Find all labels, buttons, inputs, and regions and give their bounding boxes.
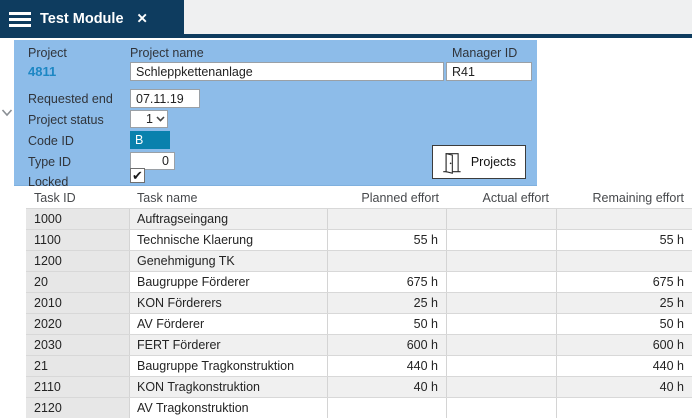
task-table: Task ID Task name Planned effort Actual …: [26, 188, 692, 418]
table-row[interactable]: 2110KON Tragkonstruktion40 h40 h: [26, 376, 692, 397]
type-id-label: Type ID: [28, 155, 71, 169]
checkmark-icon: ✔: [132, 169, 143, 182]
column-header-task-name[interactable]: Task name: [130, 188, 328, 208]
task-id-cell[interactable]: 2120: [26, 398, 130, 418]
task-id-cell[interactable]: 2110: [26, 377, 130, 397]
planned-effort-cell[interactable]: [328, 251, 447, 271]
hamburger-menu-icon[interactable]: [9, 12, 31, 27]
table-row[interactable]: 2030FERT Förderer600 h600 h: [26, 334, 692, 355]
planned-effort-cell[interactable]: [328, 398, 447, 418]
task-name-cell[interactable]: Genehmigung TK: [130, 251, 328, 271]
task-id-cell[interactable]: 2010: [26, 293, 130, 313]
task-name-cell[interactable]: AV Förderer: [130, 314, 328, 334]
table-row[interactable]: 1200Genehmigung TK: [26, 250, 692, 271]
task-id-cell[interactable]: 1200: [26, 251, 130, 271]
projects-button[interactable]: Projects: [432, 145, 526, 179]
locked-checkbox[interactable]: ✔: [130, 168, 145, 183]
task-id-cell[interactable]: 1100: [26, 230, 130, 250]
remaining-effort-cell[interactable]: 675 h: [557, 272, 692, 292]
planned-effort-cell[interactable]: 55 h: [328, 230, 447, 250]
remaining-effort-cell[interactable]: 55 h: [557, 230, 692, 250]
actual-effort-cell[interactable]: [447, 272, 557, 292]
actual-effort-cell[interactable]: [447, 293, 557, 313]
task-name-cell[interactable]: Technische Klaerung: [130, 230, 328, 250]
requested-end-label: Requested end: [28, 92, 113, 106]
remaining-effort-cell[interactable]: 440 h: [557, 356, 692, 376]
table-row[interactable]: 2120AV Tragkonstruktion: [26, 397, 692, 418]
app-window: Test Module ✕ Project Project name Manag…: [0, 0, 692, 418]
projects-button-label: Projects: [471, 155, 516, 169]
locked-label: Locked: [28, 175, 68, 189]
tab-title: Test Module: [40, 11, 124, 27]
open-door-icon: [442, 149, 462, 176]
planned-effort-cell[interactable]: 440 h: [328, 356, 447, 376]
task-id-cell[interactable]: 2030: [26, 335, 130, 355]
table-row[interactable]: 1100Technische Klaerung55 h55 h: [26, 229, 692, 250]
table-row[interactable]: 1000Auftragseingang: [26, 208, 692, 229]
project-status-dropdown[interactable]: 1: [130, 110, 168, 128]
remaining-effort-cell[interactable]: [557, 209, 692, 229]
actual-effort-cell[interactable]: [447, 251, 557, 271]
project-label: Project: [28, 46, 67, 60]
requested-end-input[interactable]: [130, 89, 200, 108]
planned-effort-cell[interactable]: 25 h: [328, 293, 447, 313]
project-name-label: Project name: [130, 46, 204, 60]
actual-effort-cell[interactable]: [447, 209, 557, 229]
planned-effort-cell[interactable]: [328, 209, 447, 229]
code-id-field[interactable]: B: [130, 131, 170, 149]
planned-effort-cell[interactable]: 50 h: [328, 314, 447, 334]
collapse-section-chevron-icon[interactable]: [1, 105, 13, 115]
remaining-effort-cell[interactable]: 25 h: [557, 293, 692, 313]
column-header-task-id[interactable]: Task ID: [26, 188, 130, 208]
task-name-cell[interactable]: Auftragseingang: [130, 209, 328, 229]
task-id-cell[interactable]: 1000: [26, 209, 130, 229]
column-header-planned-effort[interactable]: Planned effort: [328, 188, 447, 208]
column-header-remaining-effort[interactable]: Remaining effort: [557, 188, 692, 208]
project-name-input[interactable]: [130, 62, 444, 81]
task-name-cell[interactable]: FERT Förderer: [130, 335, 328, 355]
tab-test-module[interactable]: Test Module ✕: [0, 0, 184, 38]
project-id-link[interactable]: 4811: [28, 64, 56, 79]
manager-id-label: Manager ID: [452, 46, 517, 60]
actual-effort-cell[interactable]: [447, 230, 557, 250]
task-id-cell[interactable]: 21: [26, 356, 130, 376]
remaining-effort-cell[interactable]: 50 h: [557, 314, 692, 334]
remaining-effort-cell[interactable]: 40 h: [557, 377, 692, 397]
remaining-effort-cell[interactable]: [557, 251, 692, 271]
table-row[interactable]: 2010KON Förderers25 h25 h: [26, 292, 692, 313]
task-name-cell[interactable]: KON Förderers: [130, 293, 328, 313]
table-row[interactable]: 20Baugruppe Förderer675 h675 h: [26, 271, 692, 292]
task-name-cell[interactable]: AV Tragkonstruktion: [130, 398, 328, 418]
planned-effort-cell[interactable]: 600 h: [328, 335, 447, 355]
actual-effort-cell[interactable]: [447, 377, 557, 397]
task-name-cell[interactable]: KON Tragkonstruktion: [130, 377, 328, 397]
manager-id-input[interactable]: [446, 62, 532, 81]
actual-effort-cell[interactable]: [447, 335, 557, 355]
remaining-effort-cell[interactable]: 600 h: [557, 335, 692, 355]
task-id-cell[interactable]: 2020: [26, 314, 130, 334]
table-row[interactable]: 2020AV Förderer50 h50 h: [26, 313, 692, 334]
task-name-cell[interactable]: Baugruppe Tragkonstruktion: [130, 356, 328, 376]
task-id-cell[interactable]: 20: [26, 272, 130, 292]
actual-effort-cell[interactable]: [447, 398, 557, 418]
project-status-label: Project status: [28, 113, 104, 127]
actual-effort-cell[interactable]: [447, 356, 557, 376]
task-name-cell[interactable]: Baugruppe Förderer: [130, 272, 328, 292]
code-id-label: Code ID: [28, 134, 74, 148]
task-table-body: 1000Auftragseingang1100Technische Klaeru…: [26, 208, 692, 418]
close-icon[interactable]: ✕: [137, 12, 148, 26]
remaining-effort-cell[interactable]: [557, 398, 692, 418]
planned-effort-cell[interactable]: 675 h: [328, 272, 447, 292]
column-header-actual-effort[interactable]: Actual effort: [447, 188, 557, 208]
table-row[interactable]: 21Baugruppe Tragkonstruktion440 h440 h: [26, 355, 692, 376]
task-table-header: Task ID Task name Planned effort Actual …: [26, 188, 692, 208]
planned-effort-cell[interactable]: 40 h: [328, 377, 447, 397]
project-form-panel: Project Project name Manager ID 4811 Req…: [14, 40, 537, 186]
project-status-value: 1: [146, 112, 153, 126]
chevron-down-icon: [156, 116, 165, 122]
actual-effort-cell[interactable]: [447, 314, 557, 334]
tab-bar: Test Module ✕: [0, 0, 692, 38]
